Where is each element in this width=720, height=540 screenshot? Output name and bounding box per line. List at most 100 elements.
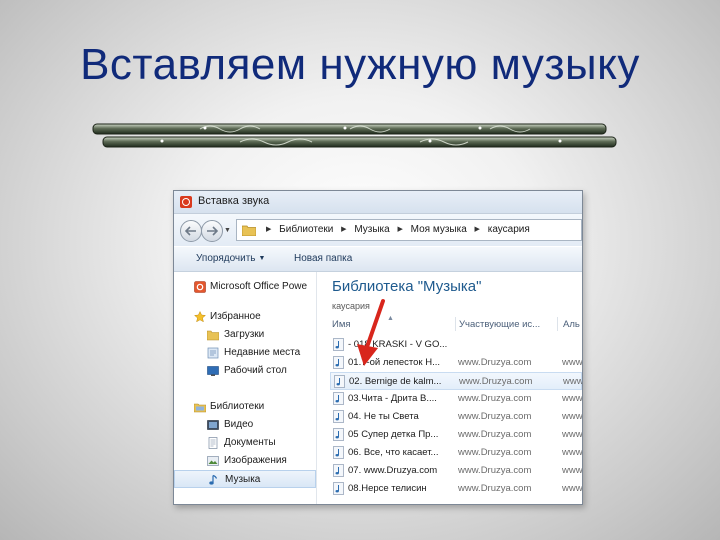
forward-arrow-icon (207, 226, 218, 236)
library-title: Библиотека "Музыка" (332, 278, 482, 295)
nav-item-label: Музыка (225, 474, 261, 485)
nav-item-downloads[interactable]: Загрузки (174, 326, 316, 344)
file-artist: www.Druzya.com (458, 483, 532, 494)
powerpoint-icon (180, 196, 192, 208)
nav-item-pictures[interactable]: Изображения (174, 452, 316, 470)
decorative-divider (92, 123, 617, 148)
audio-file-icon (333, 410, 344, 423)
forward-button[interactable] (201, 220, 223, 242)
chevron-right-icon[interactable]: ▶ (475, 225, 480, 233)
file-row[interactable]: 02. Bernige de kalm... www.Druzya.com ww… (330, 372, 582, 390)
audio-file-icon (334, 375, 345, 388)
nav-item-label: Загрузки (224, 329, 265, 340)
video-icon (207, 420, 219, 430)
file-row[interactable]: 06. Все, что касает... www.Druzya.com ww… (330, 444, 582, 462)
office-icon (194, 281, 206, 293)
red-pointer-arrow (357, 299, 385, 366)
nav-item-favorites[interactable]: Избранное (174, 308, 316, 326)
file-artist: www.Druzya.com (458, 429, 532, 440)
column-header-artist[interactable]: Участвующие ис... (459, 319, 540, 330)
nav-item-desktop[interactable]: Рабочий стол (174, 362, 316, 380)
navigation-bar: ▼ ▶ Библиотеки ▶ Музыка ▶ Моя музыка ▶ к… (174, 214, 582, 246)
pictures-icon (207, 456, 219, 466)
breadcrumb: ▶ Библиотеки ▶ Музыка ▶ Моя музыка ▶ кау… (261, 224, 530, 235)
chevron-down-icon: ▼ (258, 255, 266, 262)
file-name: 02. Bernige de kalm... (349, 376, 442, 387)
breadcrumb-item[interactable]: Библиотеки (279, 224, 333, 235)
recent-locations-dropdown-icon[interactable]: ▼ (224, 227, 231, 234)
audio-file-icon (333, 392, 344, 405)
music-icon (209, 474, 218, 485)
nav-item-documents[interactable]: Документы (174, 434, 316, 452)
audio-file-icon (333, 428, 344, 441)
nav-item-libraries[interactable]: Библиотеки (174, 398, 316, 416)
file-album: www (562, 465, 582, 476)
nav-item-label: Избранное (210, 311, 261, 322)
file-album: www (563, 376, 582, 387)
file-artist: www.Druzya.com (458, 411, 532, 422)
file-album: www (562, 429, 582, 440)
nav-item-label: Изображения (224, 455, 287, 466)
back-arrow-icon (185, 226, 196, 236)
chevron-right-icon[interactable]: ▶ (266, 225, 271, 233)
navigation-pane: Microsoft Office Powe Избранное Загрузки… (174, 272, 317, 504)
nav-item-office[interactable]: Microsoft Office Powe (174, 278, 316, 296)
audio-file-icon (333, 482, 344, 495)
nav-item-label: Microsoft Office Powe (210, 281, 308, 292)
command-toolbar: Упорядочить ▼ Новая папка (174, 247, 582, 272)
chevron-right-icon[interactable]: ▶ (397, 225, 402, 233)
audio-file-icon (333, 464, 344, 477)
audio-file-icon (333, 338, 344, 351)
file-artist: www.Druzya.com (458, 357, 532, 368)
new-folder-button[interactable]: Новая папка (294, 253, 352, 264)
chevron-right-icon[interactable]: ▶ (341, 225, 346, 233)
dialog-titlebar[interactable]: Вставка звука (174, 191, 582, 214)
file-row[interactable]: 04. Не ты Света www.Druzya.com www (330, 408, 582, 426)
audio-file-icon (333, 446, 344, 459)
breadcrumb-item[interactable]: каусария (488, 224, 530, 235)
breadcrumb-item[interactable]: Моя музыка (411, 224, 467, 235)
file-album: www (562, 447, 582, 458)
file-album: www (562, 393, 582, 404)
nav-item-label: Видео (224, 419, 254, 430)
file-album: www (562, 357, 582, 368)
file-row[interactable]: 08.Нерсе телисин www.Druzya.com www (330, 480, 582, 498)
file-artist: www.Druzya.com (458, 447, 532, 458)
column-divider[interactable] (557, 317, 558, 331)
file-name: 08.Нерсе телисин (348, 483, 427, 494)
folder-icon (242, 225, 256, 236)
nav-item-music[interactable]: Музыка (174, 470, 316, 488)
address-bar[interactable]: ▶ Библиотеки ▶ Музыка ▶ Моя музыка ▶ кау… (236, 219, 582, 241)
column-header-album[interactable]: Аль (563, 319, 580, 330)
nav-item-label: Документы (224, 437, 276, 448)
file-name: 06. Все, что касает... (348, 447, 439, 458)
file-row[interactable]: 05 Супер детка Пр... www.Druzya.com www (330, 426, 582, 444)
file-artist: www.Druzya.com (458, 393, 532, 404)
nav-item-label: Библиотеки (210, 401, 265, 412)
breadcrumb-item[interactable]: Музыка (354, 224, 389, 235)
recent-places-icon (207, 347, 219, 359)
file-album: www (562, 483, 582, 494)
audio-file-icon (333, 356, 344, 369)
file-artist: www.Druzya.com (458, 465, 532, 476)
file-row[interactable]: 03.Чита - Дрита В.... www.Druzya.com www (330, 390, 582, 408)
file-name: 07. www.Druzya.com (348, 465, 438, 476)
column-divider[interactable] (455, 317, 456, 331)
documents-icon (208, 437, 218, 449)
nav-item-video[interactable]: Видео (174, 416, 316, 434)
nav-item-label: Рабочий стол (224, 365, 287, 376)
file-album: www (562, 411, 582, 422)
file-name: 03.Чита - Дрита В.... (348, 393, 437, 404)
desktop-icon (207, 366, 219, 376)
file-name: 04. Не ты Света (348, 411, 419, 422)
nav-item-label: Недавние места (224, 347, 301, 358)
back-button[interactable] (180, 220, 202, 242)
folder-icon (207, 330, 219, 341)
organize-button[interactable]: Упорядочить ▼ (196, 253, 265, 264)
slide-title: Вставляем нужную музыку (80, 40, 640, 89)
dialog-title: Вставка звука (198, 195, 270, 207)
star-icon (194, 311, 206, 323)
column-header-name[interactable]: Имя (332, 319, 351, 330)
file-row[interactable]: 07. www.Druzya.com www.Druzya.com www (330, 462, 582, 480)
nav-item-recent-places[interactable]: Недавние места (174, 344, 316, 362)
